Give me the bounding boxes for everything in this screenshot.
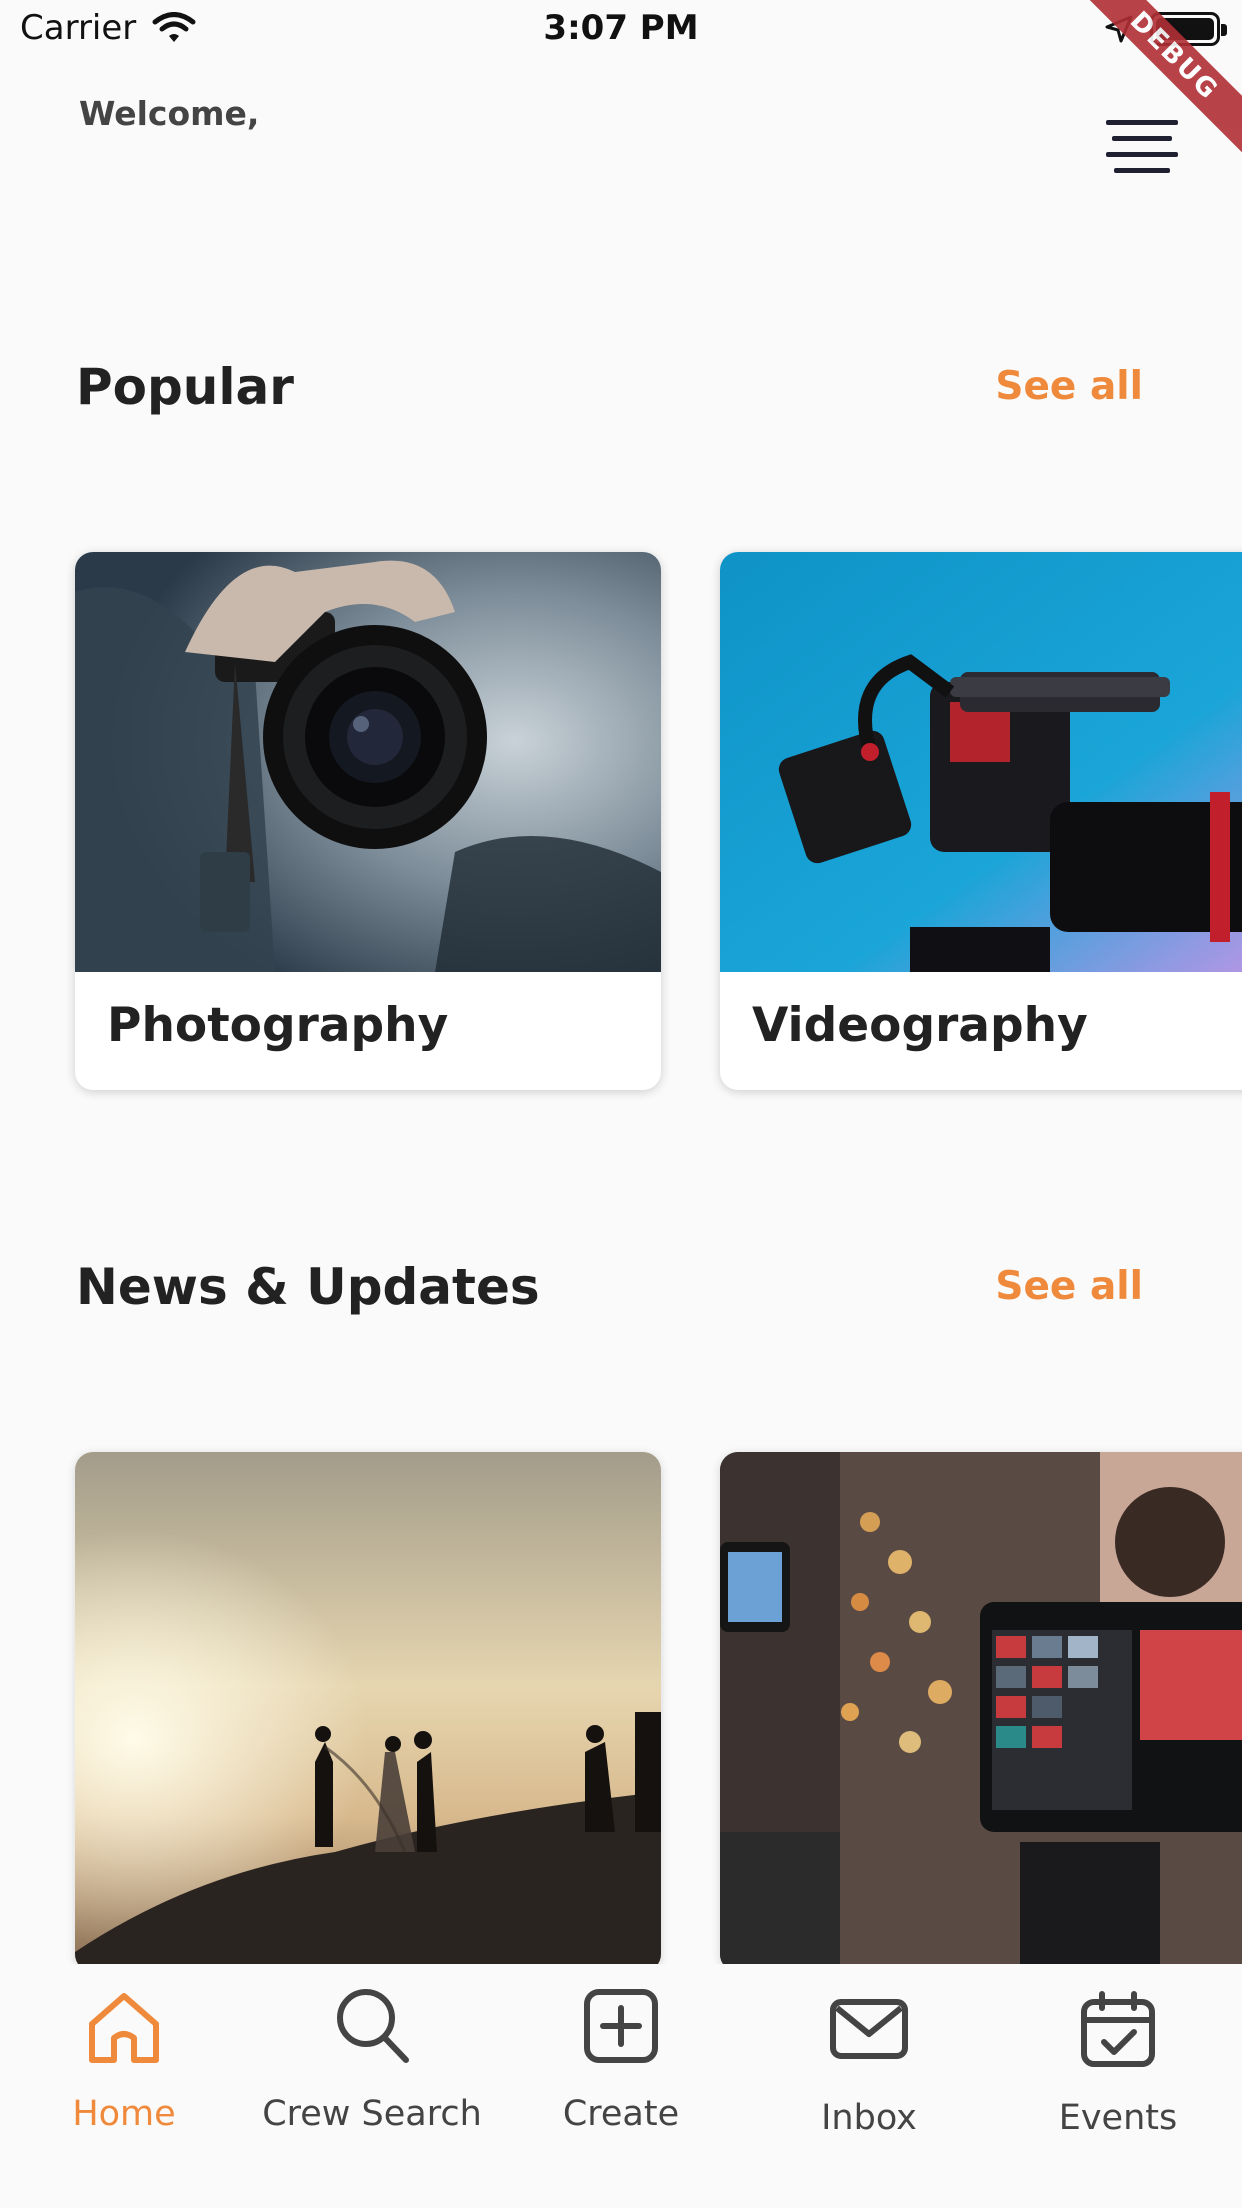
home-icon xyxy=(89,1993,159,2063)
news-see-all-link[interactable]: See all xyxy=(995,1264,1143,1309)
nav-crew-search-label: Crew Search xyxy=(262,2094,482,2134)
status-bar: Carrier 3:07 PM xyxy=(0,0,1242,64)
nav-create-label: Create xyxy=(562,2094,680,2134)
popular-title: Popular xyxy=(76,358,294,416)
search-icon xyxy=(337,1989,409,2063)
photography-label: Photography xyxy=(107,998,449,1053)
nav-events-label: Events xyxy=(1058,2098,1178,2138)
photography-image xyxy=(75,552,661,972)
popular-see-all-link[interactable]: See all xyxy=(995,364,1143,409)
hamburger-menu-icon[interactable] xyxy=(1100,112,1184,176)
mail-icon xyxy=(830,1999,908,2059)
nav-inbox-label: Inbox xyxy=(821,2098,917,2138)
bottom-nav: Home Crew Search Create Inbox Events xyxy=(0,1964,1242,2208)
welcome-text: Welcome, xyxy=(79,94,260,133)
wedding-silhouette-image xyxy=(75,1452,661,1972)
livestream-setup-image xyxy=(720,1452,1242,1972)
nav-home-label: Home xyxy=(72,2094,176,2134)
nav-home[interactable]: Home xyxy=(0,1964,248,2164)
news-card-wedding[interactable] xyxy=(75,1452,661,1972)
clock: 3:07 PM xyxy=(543,8,699,48)
videography-label: Videography xyxy=(752,998,1088,1053)
nav-crew-search[interactable]: Crew Search xyxy=(248,1964,496,2164)
nav-inbox[interactable]: Inbox xyxy=(745,1964,993,2164)
nav-create[interactable]: Create xyxy=(497,1964,745,2164)
videography-image xyxy=(720,552,1242,972)
news-title: News & Updates xyxy=(76,1258,540,1316)
photography-card[interactable]: Photography xyxy=(75,552,661,1090)
calendar-check-icon xyxy=(1081,1991,1155,2067)
plus-square-icon xyxy=(584,1989,658,2063)
nav-events[interactable]: Events xyxy=(994,1964,1242,2164)
videography-card[interactable]: Videography xyxy=(720,552,1242,1090)
news-card-livestream[interactable] xyxy=(720,1452,1242,1972)
